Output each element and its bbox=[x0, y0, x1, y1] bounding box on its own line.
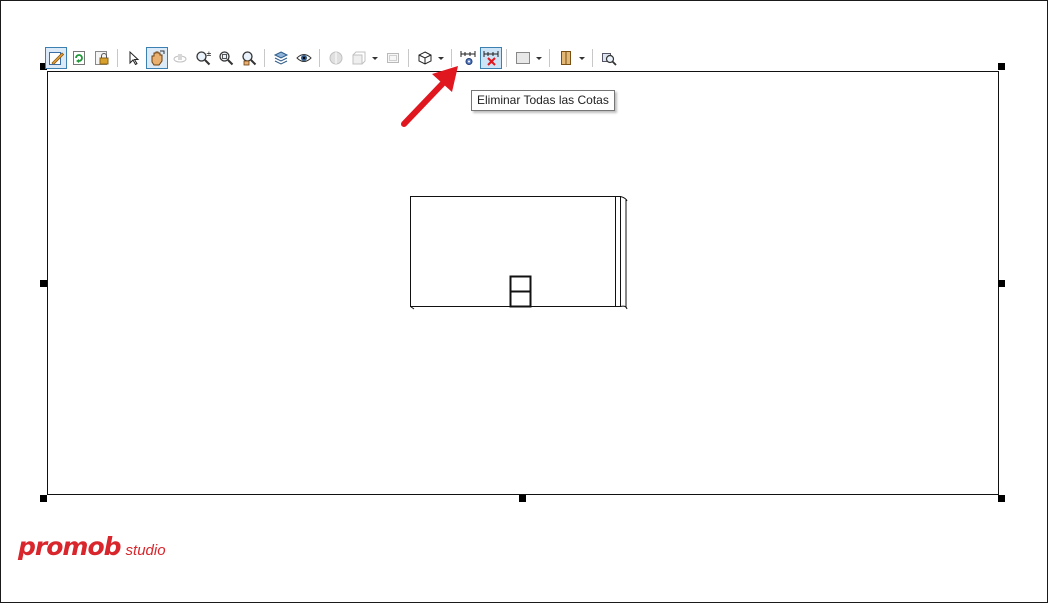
tooltip: Eliminar Todas las Cotas bbox=[471, 90, 615, 111]
furniture-drawing bbox=[410, 196, 628, 310]
cursor-icon bbox=[129, 50, 140, 66]
brand-logo: promob studio bbox=[18, 532, 166, 561]
toolbar-separator bbox=[592, 49, 593, 67]
toolbar-separator bbox=[549, 49, 550, 67]
door-dropdown[interactable] bbox=[578, 47, 586, 69]
frame-button[interactable] bbox=[382, 47, 404, 69]
annotation-arrow bbox=[401, 66, 458, 127]
visibility-button[interactable] bbox=[293, 47, 315, 69]
chevron-down-icon bbox=[579, 56, 585, 60]
chevron-down-icon bbox=[372, 56, 378, 60]
inspect-icon bbox=[602, 53, 617, 66]
logo-sub-text: studio bbox=[125, 542, 166, 559]
view-mode-dropdown[interactable] bbox=[371, 47, 379, 69]
toolbar-separator bbox=[264, 49, 265, 67]
cube-view-dropdown[interactable] bbox=[437, 47, 445, 69]
handle-bottom-left bbox=[40, 495, 47, 502]
inspect-button[interactable] bbox=[598, 47, 620, 69]
door-icon bbox=[561, 51, 571, 65]
view-mode-button[interactable] bbox=[348, 47, 370, 69]
delete-all-dimensions-button[interactable] bbox=[480, 47, 502, 69]
toolbar-separator bbox=[408, 49, 409, 67]
dimension-gear-icon bbox=[460, 51, 476, 65]
logo-main-text: promob bbox=[18, 532, 122, 561]
handle-middle-right bbox=[998, 280, 1005, 287]
orbit-icon bbox=[173, 54, 187, 63]
view-border bbox=[47, 71, 999, 495]
select-button[interactable] bbox=[123, 47, 145, 69]
zoom-window-button[interactable] bbox=[215, 47, 237, 69]
cube-view-button[interactable] bbox=[414, 47, 436, 69]
zoom-fit-button[interactable] bbox=[238, 47, 260, 69]
handle-bottom-center bbox=[519, 495, 526, 502]
eye-icon bbox=[296, 54, 312, 62]
refresh-icon bbox=[73, 51, 85, 65]
edit-view-button[interactable] bbox=[45, 47, 67, 69]
toolbar-separator bbox=[319, 49, 320, 67]
orbit-button[interactable] bbox=[169, 47, 191, 69]
zoom-fit-icon bbox=[242, 51, 257, 66]
svg-text:±: ± bbox=[206, 50, 211, 58]
view-toolbar: ± bbox=[45, 46, 621, 70]
chevron-down-icon bbox=[438, 56, 444, 60]
render-icon bbox=[329, 51, 343, 65]
pencil-icon bbox=[49, 52, 64, 66]
color-swatch-icon bbox=[516, 52, 530, 64]
zoom-icon: ± bbox=[196, 50, 211, 66]
frame-icon bbox=[387, 53, 399, 63]
side-panel-outline bbox=[615, 196, 621, 307]
color-button[interactable] bbox=[512, 47, 534, 69]
lock-button[interactable] bbox=[91, 47, 113, 69]
furniture-front-panel bbox=[410, 196, 616, 307]
pan-button[interactable] bbox=[146, 47, 168, 69]
hand-icon bbox=[151, 50, 165, 66]
handle-top-right bbox=[998, 63, 1005, 70]
cube-icon bbox=[418, 51, 432, 65]
layers-button[interactable] bbox=[270, 47, 292, 69]
toolbar-separator bbox=[117, 49, 118, 67]
color-dropdown[interactable] bbox=[535, 47, 543, 69]
cube-wire-icon bbox=[352, 51, 366, 65]
zoom-window-icon bbox=[219, 51, 234, 66]
handle-bottom-right bbox=[998, 495, 1005, 502]
chevron-down-icon bbox=[536, 56, 542, 60]
lock-icon bbox=[95, 51, 109, 65]
layers-icon bbox=[273, 51, 289, 65]
handle-middle-left bbox=[40, 280, 47, 287]
render-button[interactable] bbox=[325, 47, 347, 69]
refresh-button[interactable] bbox=[68, 47, 90, 69]
toolbar-separator bbox=[506, 49, 507, 67]
selection-handles bbox=[40, 63, 1005, 502]
zoom-button[interactable]: ± bbox=[192, 47, 214, 69]
toolbar-separator bbox=[451, 49, 452, 67]
auto-dimension-button[interactable] bbox=[457, 47, 479, 69]
door-edge bbox=[620, 196, 628, 310]
door-button[interactable] bbox=[555, 47, 577, 69]
dimension-delete-icon bbox=[483, 51, 499, 66]
